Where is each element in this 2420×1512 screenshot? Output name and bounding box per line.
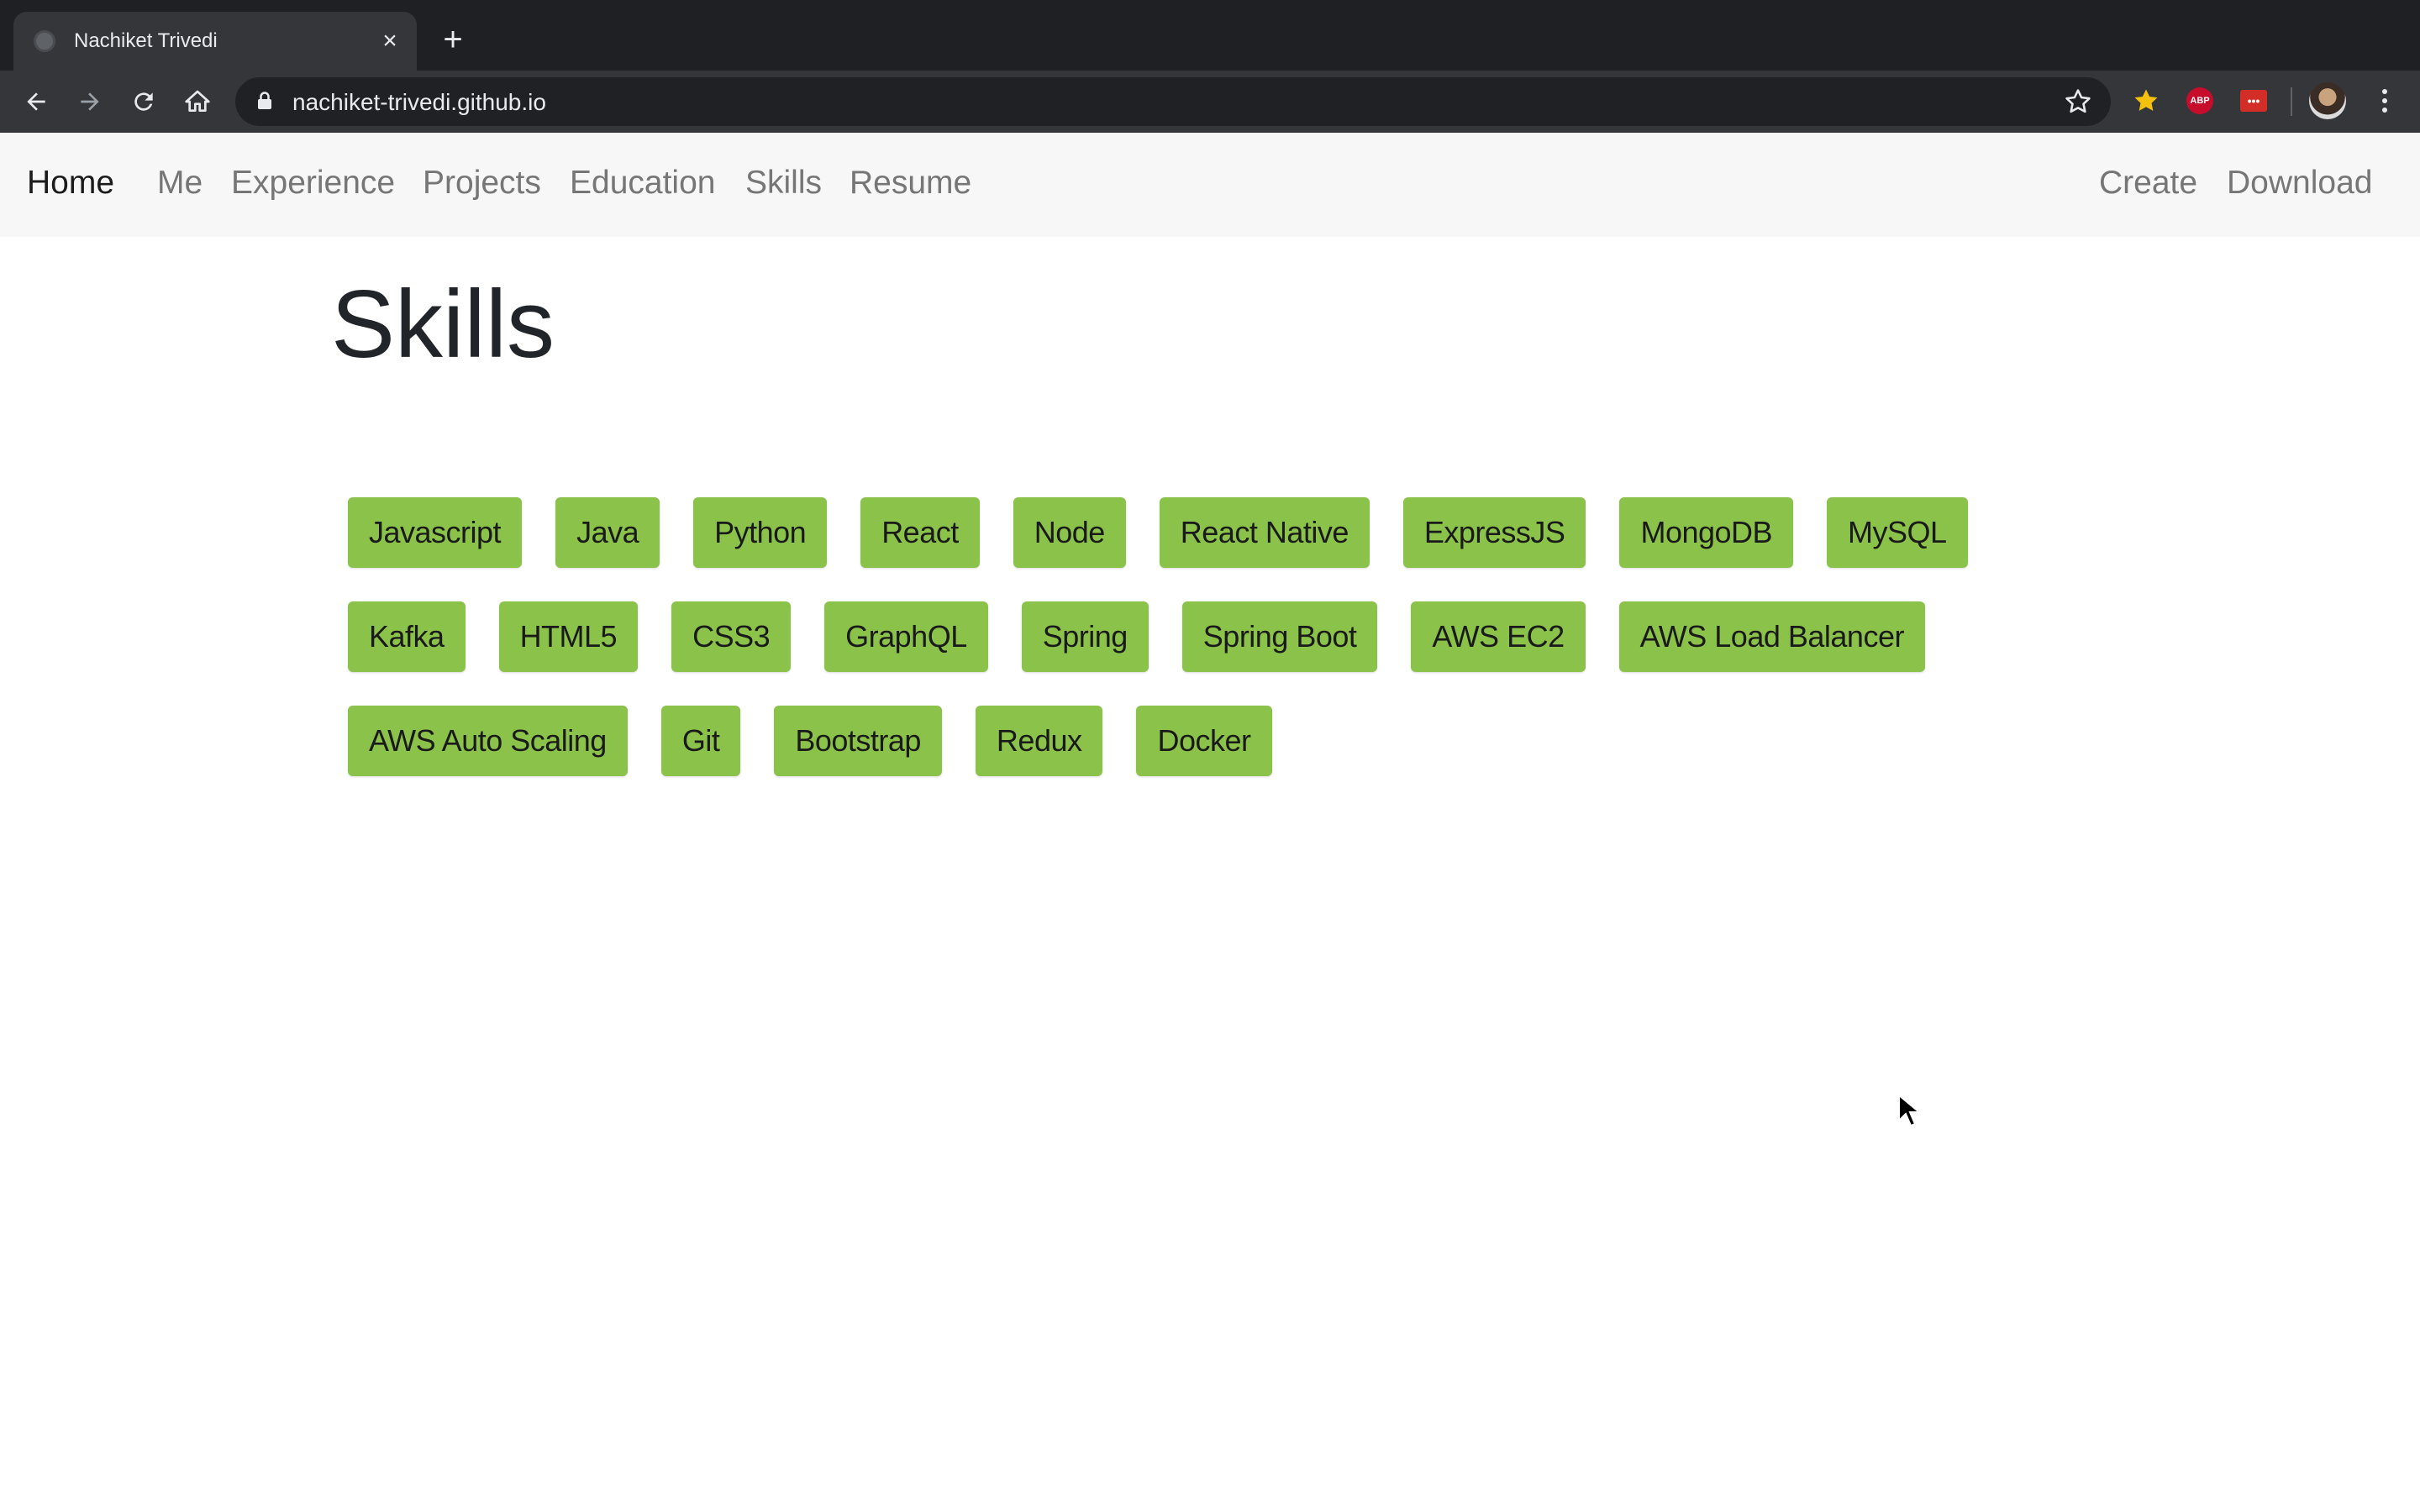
skill-badge: ExpressJS <box>1402 497 1586 568</box>
nav-skills[interactable]: Skills <box>745 165 822 202</box>
nav-resume[interactable]: Resume <box>850 165 971 202</box>
tab-title: Nachiket Trivedi <box>74 29 218 52</box>
skill-badge: AWS Load Balancer <box>1618 601 1925 672</box>
nav-education[interactable]: Education <box>570 165 715 202</box>
nav-me[interactable]: Me <box>157 165 203 202</box>
close-tab-icon[interactable]: × <box>375 26 405 56</box>
skill-badge: GraphQL <box>824 601 988 672</box>
nav-create[interactable]: Create <box>2099 165 2197 202</box>
favorites-star-icon[interactable] <box>2129 84 2163 118</box>
site-navbar: Home Me Experience Projects Education Sk… <box>0 133 2420 237</box>
new-tab-icon[interactable]: + <box>435 22 471 57</box>
lock-icon <box>258 92 271 109</box>
profile-avatar[interactable] <box>2309 82 2346 119</box>
skill-badge: AWS Auto Scaling <box>348 706 628 776</box>
reload-icon[interactable] <box>123 81 165 123</box>
skill-badge: Java <box>555 497 660 568</box>
skill-badge: React <box>860 497 980 568</box>
skill-badge: Javascript <box>348 497 523 568</box>
address-bar[interactable]: nachiket-trivedi.github.io <box>235 77 2111 126</box>
skill-badge: CSS3 <box>671 601 792 672</box>
globe-icon <box>34 30 55 52</box>
skill-badge: AWS EC2 <box>1411 601 1586 672</box>
skill-badge: Spring <box>1021 601 1149 672</box>
nav-projects[interactable]: Projects <box>423 165 541 202</box>
skill-badge: HTML5 <box>498 601 639 672</box>
browser-tab-strip: Nachiket Trivedi × + <box>0 0 2420 71</box>
skill-badge: Redux <box>975 706 1103 776</box>
browser-tab[interactable]: Nachiket Trivedi × <box>13 12 417 71</box>
skill-badge: Kafka <box>348 601 466 672</box>
skill-badge: React Native <box>1159 497 1370 568</box>
adblock-plus-icon[interactable]: ABP <box>2183 84 2217 118</box>
home-icon[interactable] <box>176 81 218 123</box>
toolbar-divider <box>2291 87 2292 116</box>
page-title: Skills <box>331 271 555 378</box>
bookmark-star-icon[interactable] <box>2064 87 2092 116</box>
more-menu-icon[interactable] <box>2370 84 2400 118</box>
forward-icon[interactable] <box>69 81 111 123</box>
lastpass-icon[interactable]: ••• <box>2237 84 2270 118</box>
skill-badge: Bootstrap <box>774 706 942 776</box>
nav-home[interactable]: Home <box>27 165 114 202</box>
skill-badge: Node <box>1013 497 1126 568</box>
skill-badge: Git <box>660 706 741 776</box>
nav-experience[interactable]: Experience <box>231 165 395 202</box>
skill-badge: Python <box>693 497 828 568</box>
skill-badge: MySQL <box>1827 497 1968 568</box>
back-icon[interactable] <box>15 81 57 123</box>
skills-list: Javascript Java Python React Node React … <box>348 497 2070 776</box>
skill-badge: MongoDB <box>1619 497 1794 568</box>
skill-badge: Docker <box>1136 706 1272 776</box>
nav-download[interactable]: Download <box>2227 165 2372 202</box>
url-text: nachiket-trivedi.github.io <box>292 89 546 115</box>
skill-badge: Spring Boot <box>1181 601 1378 672</box>
mouse-cursor-icon <box>1898 1094 1919 1127</box>
